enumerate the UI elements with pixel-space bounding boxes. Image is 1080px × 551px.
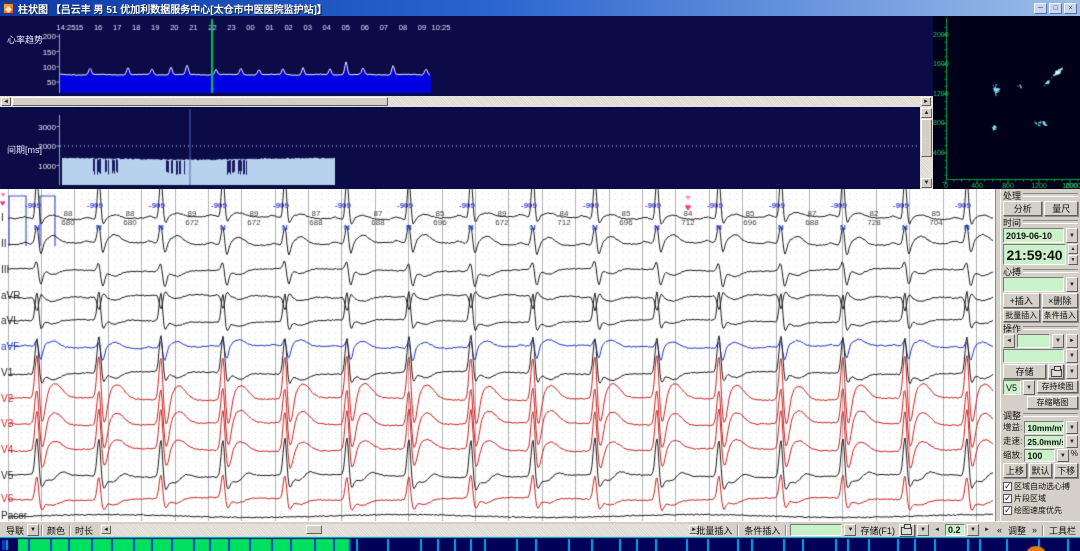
printer-icon: [1051, 369, 1062, 377]
page-scale-select[interactable]: 0.2: [945, 524, 965, 536]
app-icon: [3, 3, 14, 14]
checkbox-draw-speed-priority[interactable]: [1003, 506, 1012, 515]
lead-menu-dropdown-icon[interactable]: ▼: [27, 524, 39, 536]
insert-beat-button[interactable]: +插入: [1003, 293, 1040, 308]
page-prev-icon[interactable]: ◄: [931, 524, 943, 536]
interval-vscrollbar[interactable]: ▲ ▼: [920, 107, 933, 189]
scroll-right-icon[interactable]: ►: [921, 97, 931, 106]
color-menu[interactable]: 颜色: [45, 524, 67, 537]
checkbox-segment-region[interactable]: [1003, 494, 1012, 503]
op-prev-icon[interactable]: ◄: [1003, 334, 1015, 348]
ruler-button[interactable]: 量尺: [1044, 201, 1078, 216]
timeline-overview[interactable]: [0, 537, 1080, 551]
trend-hscrollbar[interactable]: ◄ ►: [0, 96, 933, 107]
zoom-percent-label: %: [1071, 449, 1078, 462]
gain-select[interactable]: 10mm/mV: [1024, 421, 1064, 434]
group-process: 处理: [1003, 190, 1078, 200]
scroll-left-icon[interactable]: ◄: [1, 97, 11, 106]
batch-insert-button[interactable]: 批量插入: [1003, 309, 1040, 322]
ecg-scroll-left-icon[interactable]: ◄: [101, 525, 111, 534]
print-toolbar-dropdown-icon[interactable]: ▼: [917, 524, 929, 536]
template-select[interactable]: [1003, 349, 1064, 363]
move-up-button[interactable]: 上移: [1003, 463, 1027, 478]
conditional-insert-button[interactable]: 条件插入: [1042, 309, 1079, 322]
lead-dropdown-icon[interactable]: ▼: [1023, 380, 1035, 395]
scroll-down-icon[interactable]: ▼: [921, 178, 932, 188]
time-up-icon[interactable]: ▲: [1068, 244, 1078, 254]
gain-dropdown-icon[interactable]: ▼: [1066, 421, 1078, 434]
delete-beat-button[interactable]: ×删除: [1042, 293, 1079, 308]
zoom-dropdown-icon[interactable]: ▼: [1057, 449, 1069, 462]
bottom-toolbar: 导联 ▼ 颜色 时长 ◄ ► 批量插入 条件插入 ▼ 存储(F1) ▼ ◄ 0.…: [0, 521, 1080, 537]
time-down-icon[interactable]: ▼: [1068, 255, 1078, 265]
beat-class-select[interactable]: [1003, 277, 1064, 292]
condition-select[interactable]: [790, 524, 842, 536]
page-next-icon[interactable]: ►: [981, 524, 993, 536]
save-f1-button[interactable]: 存储(F1): [858, 524, 897, 537]
conditional-insert-menu[interactable]: 条件插入: [742, 524, 782, 537]
scroll-up-icon[interactable]: ▲: [921, 108, 932, 118]
default-button[interactable]: 默认: [1029, 463, 1053, 478]
window-title: 柱状图 【吕云丰 男 51 优加利数据服务中心[太仓市中医医院监护站]】: [18, 1, 327, 16]
print-button[interactable]: [1048, 364, 1064, 379]
condition-dropdown-icon[interactable]: ▼: [844, 524, 856, 536]
checkbox-label: 区域自动选心搏: [1014, 481, 1070, 492]
gain-label: 增益:: [1003, 421, 1022, 434]
speed-select[interactable]: 25.0mm/s: [1024, 435, 1064, 448]
lead-select[interactable]: V5: [1003, 380, 1021, 395]
title-bar: 柱状图 【吕云丰 男 51 优加利数据服务中心[太仓市中医医院监护站]】 ─ □…: [0, 0, 1080, 16]
save-thumbnail-button[interactable]: 存缩略图: [1027, 396, 1078, 409]
holter-analysis-window: 柱状图 【吕云丰 男 51 优加利数据服务中心[太仓市中医医院监护站]】 ─ □…: [0, 0, 1080, 551]
group-operate: 操作: [1003, 323, 1078, 333]
save-button[interactable]: 存储: [1003, 364, 1046, 379]
template-dropdown-icon[interactable]: ▼: [1066, 349, 1078, 363]
rr-interval-chart[interactable]: [0, 107, 920, 189]
control-sidebar: 处理 分析 量尺 时间 2019-06-10 ▼ 21:59:40 ▲ ▼ 心搏…: [1000, 189, 1080, 521]
hr-trend-label: 心率趋势: [7, 33, 43, 46]
op-dropdown-icon[interactable]: ▼: [1052, 334, 1064, 348]
lead-menu[interactable]: 导联: [4, 524, 26, 537]
checkbox-label: 绘图速度优先: [1014, 505, 1062, 516]
date-select[interactable]: 2019-06-10: [1003, 228, 1064, 243]
checkbox-auto-select-beats[interactable]: [1003, 482, 1012, 491]
print-toolbar-button[interactable]: [899, 524, 915, 537]
batch-insert-menu[interactable]: 批量插入: [694, 524, 734, 537]
group-beat: 心搏: [1003, 266, 1078, 276]
op-next-icon[interactable]: ►: [1066, 334, 1078, 348]
ecg-strip-chart[interactable]: [0, 189, 995, 521]
operation-select[interactable]: [1017, 334, 1050, 348]
ecg-hscrollbar[interactable]: ◄ ►: [100, 524, 700, 536]
minimize-button[interactable]: ─: [1034, 3, 1047, 14]
group-time: 时间: [1003, 217, 1078, 227]
print-dropdown-icon[interactable]: ▼: [1066, 364, 1078, 379]
heart-rate-trend-chart[interactable]: [0, 16, 933, 96]
hscrollbar-thumb[interactable]: [12, 97, 388, 106]
checkbox-label: 片段区域: [1014, 493, 1046, 504]
toolbar-toggle[interactable]: 工具栏: [1047, 524, 1078, 537]
page-scale-dropdown-icon[interactable]: ▼: [967, 524, 979, 536]
duration-menu[interactable]: 时长: [73, 524, 95, 537]
ecg-hscrollbar-thumb[interactable]: [306, 525, 322, 534]
date-dropdown-icon[interactable]: ▼: [1066, 228, 1078, 243]
analyze-button[interactable]: 分析: [1003, 201, 1042, 216]
interval-label: 间期[ms]: [7, 143, 42, 156]
printer-icon: [901, 527, 912, 535]
collapse-left-icon[interactable]: «: [995, 525, 1004, 535]
rr-scatter-plot[interactable]: [933, 16, 1080, 189]
beat-class-dropdown-icon[interactable]: ▼: [1066, 277, 1078, 292]
collapse-right-icon[interactable]: »: [1030, 525, 1039, 535]
adjust-panel-toggle[interactable]: 调整: [1006, 524, 1028, 537]
speed-dropdown-icon[interactable]: ▼: [1066, 435, 1078, 448]
move-down-button[interactable]: 下移: [1054, 463, 1078, 478]
zoom-label: 缩放:: [1003, 449, 1022, 462]
vscrollbar-thumb[interactable]: [921, 119, 932, 157]
time-spinner[interactable]: 21:59:40: [1003, 244, 1066, 265]
maximize-button[interactable]: □: [1049, 3, 1062, 14]
group-adjust: 调整: [1003, 410, 1078, 420]
speed-label: 走速:: [1003, 435, 1022, 448]
zoom-select[interactable]: 100: [1024, 449, 1055, 462]
close-button[interactable]: ×: [1064, 3, 1077, 14]
save-continuous-button[interactable]: 存持续图: [1037, 380, 1078, 393]
